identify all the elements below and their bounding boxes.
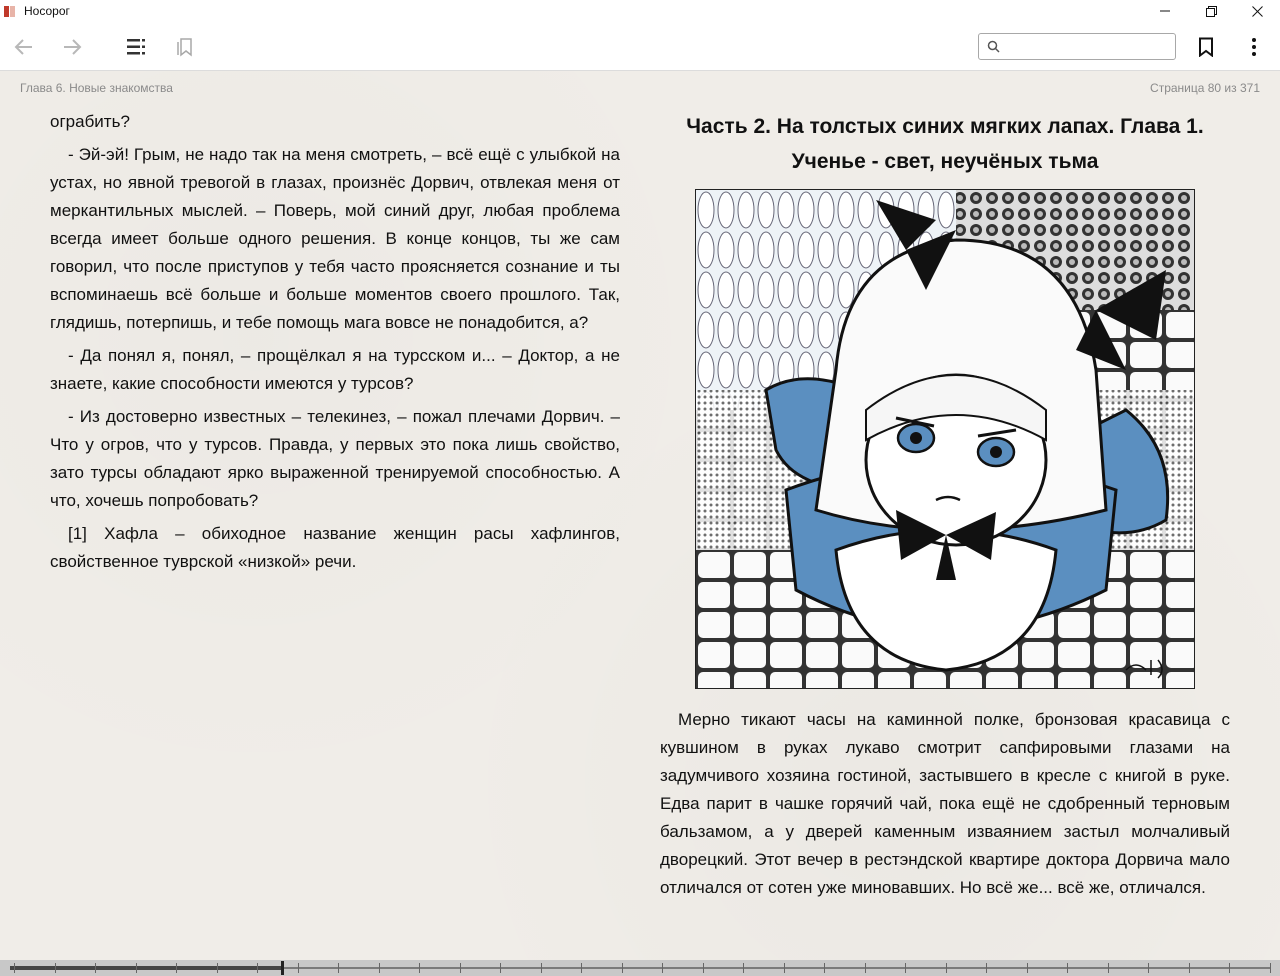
progress-tick [216, 963, 218, 973]
progress-tick [176, 963, 177, 973]
progress-tick [338, 963, 339, 973]
progress-tick [135, 963, 137, 973]
progress-tick [14, 963, 15, 973]
close-icon [1251, 5, 1263, 17]
paragraph: - Да понял я, понял, – прощёлкал я на ту… [50, 346, 620, 393]
progress-thumb[interactable] [280, 961, 284, 975]
back-button[interactable] [11, 34, 37, 60]
progress-tick [500, 963, 501, 973]
progress-tick [702, 963, 704, 973]
page-indicator: Страница 80 из 371 [1150, 81, 1260, 95]
progress-tick [1188, 963, 1190, 973]
paragraph: ограбить? [50, 112, 130, 131]
toolbar [0, 22, 1280, 71]
progress-tick [945, 963, 947, 973]
app-icon [4, 4, 18, 18]
progress-tick [540, 963, 542, 973]
progress-tick [1067, 963, 1068, 973]
chapter-heading: Часть 2. На толстых синих мягких лапах. … [686, 115, 1204, 173]
progress-tick [378, 963, 380, 973]
window-title: Носорог [24, 4, 70, 18]
progress-tick [297, 963, 299, 973]
progress-tick [95, 963, 96, 973]
table-of-contents-button[interactable] [124, 34, 150, 60]
paragraph: - Из достоверно известных – телекинез, –… [50, 407, 620, 510]
restore-icon [1205, 5, 1217, 17]
progress-tick [1107, 963, 1109, 973]
progress-tick [257, 963, 258, 973]
progress-fill [10, 966, 282, 970]
menu-button[interactable] [1241, 34, 1267, 60]
title-bar: Носорог [0, 0, 1280, 22]
close-button[interactable] [1234, 0, 1280, 22]
progress-tick [986, 963, 987, 973]
search-input[interactable] [1003, 36, 1171, 57]
add-bookmark-button[interactable] [1193, 34, 1219, 60]
progress-tick [1229, 963, 1230, 973]
progress-tick [1269, 963, 1271, 973]
more-vertical-icon [1252, 38, 1256, 56]
progress-tick [621, 963, 623, 973]
progress-tick [419, 963, 420, 973]
progress-tick [581, 963, 582, 973]
reading-area[interactable]: Глава 6. Новые знакомства Страница 80 из… [0, 71, 1280, 960]
progress-tick [824, 963, 825, 973]
progress-tick [1026, 963, 1028, 973]
progress-tick [743, 963, 744, 973]
progress-tick [459, 963, 461, 973]
paragraph: - Эй-эй! Грым, не надо так на меня смотр… [50, 145, 620, 332]
search-icon [987, 40, 1000, 53]
forward-button[interactable] [59, 34, 85, 60]
minimize-button[interactable] [1142, 0, 1188, 22]
progress-tick [783, 963, 785, 973]
footnote: [1] Хафла – обиходное название женщин ра… [50, 524, 620, 571]
list-icon [127, 39, 145, 55]
search-box[interactable] [978, 33, 1176, 60]
right-page: Мерно тикают часы на каминной полке, бро… [660, 706, 1230, 907]
progress-tick [54, 963, 56, 973]
left-page: ограбить? - Эй-эй! Грым, не надо так на … [50, 108, 620, 581]
progress-tick [864, 963, 866, 973]
bookmark-icon [1199, 37, 1213, 57]
chapter-title: Глава 6. Новые знакомства [20, 81, 173, 95]
bookmarks-list-button[interactable] [172, 34, 198, 60]
bookmark-outline-icon [177, 38, 192, 57]
progress-tick [662, 963, 663, 973]
progress-tick [905, 963, 906, 973]
arrow-right-icon [64, 39, 82, 55]
progress-tick [1148, 963, 1149, 973]
arrow-left-icon [14, 39, 32, 55]
restore-button[interactable] [1188, 0, 1234, 22]
reading-progress-bar[interactable] [0, 960, 1280, 976]
chapter-illustration [695, 189, 1195, 689]
paragraph: Мерно тикают часы на каминной полке, бро… [660, 710, 1230, 897]
minimize-icon [1160, 10, 1170, 12]
